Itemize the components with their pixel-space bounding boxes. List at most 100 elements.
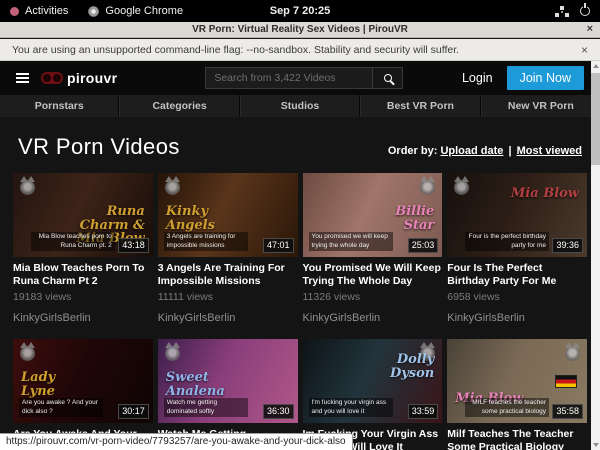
- order-separator: |: [506, 145, 513, 157]
- order-by-label: Order by:: [388, 145, 438, 157]
- studio-watermark-icon: [165, 180, 180, 195]
- page-title: VR Porn Videos: [18, 134, 180, 160]
- thumb-caption-text: Are you awake ? And your dick also ?: [19, 398, 103, 417]
- search-button[interactable]: [373, 67, 403, 89]
- logo-wordmark: pirouvr: [67, 70, 117, 86]
- duration-badge: 30:17: [118, 404, 149, 419]
- video-thumbnail[interactable]: Runa Charm & Mia Blow Mia Blow teaches p…: [13, 173, 153, 257]
- status-url-bubble: https://pirouvr.com/vr-porn-video/779325…: [0, 433, 353, 450]
- video-card[interactable]: Kinky Angels 3 Angels are training for i…: [158, 173, 298, 324]
- flag-notice-text: You are using an unsupported command-lin…: [12, 44, 459, 56]
- studio-watermark-icon: [565, 346, 580, 361]
- thumb-caption-text: Mia Blow teaches porn to Runa Charm pt. …: [31, 232, 115, 251]
- video-card[interactable]: Runa Charm & Mia Blow Mia Blow teaches p…: [13, 173, 153, 324]
- chrome-icon: [88, 6, 99, 17]
- video-card[interactable]: Mia Blow Four is the perfect birthday pa…: [447, 173, 587, 324]
- menu-hamburger-icon[interactable]: [16, 73, 29, 83]
- activities-label: Activities: [25, 5, 68, 17]
- window-close-icon[interactable]: ×: [587, 23, 593, 35]
- studio-watermark-icon: [454, 180, 469, 195]
- video-thumbnail[interactable]: Billie Star You promised we will keep tr…: [303, 173, 443, 257]
- video-title[interactable]: You Promised We Will Keep Trying The Who…: [303, 262, 443, 287]
- join-now-button[interactable]: Join Now: [507, 66, 584, 90]
- tab-title: VR Porn: Virtual Reality Sex Videos | Pi…: [192, 24, 408, 35]
- thumb-overlay-text: Sweet Analena: [166, 371, 238, 398]
- thumb-caption-text: I'm fucking your virgin ass and you will…: [309, 398, 393, 417]
- vr-goggles-icon: [41, 72, 63, 84]
- duration-badge: 35:58: [552, 404, 583, 419]
- flag-notice-bar: You are using an unsupported command-lin…: [0, 39, 600, 61]
- login-link[interactable]: Login: [462, 71, 493, 85]
- video-thumbnail[interactable]: Lady Lyne Are you awake ? And your dick …: [13, 339, 153, 423]
- video-thumbnail[interactable]: Sweet Analena Watch me getting dominated…: [158, 339, 298, 423]
- screen: Activities Google Chrome Sep 7 20:25 VR …: [0, 0, 600, 450]
- thumb-overlay-text: Billie Star: [362, 205, 434, 232]
- view-count: 19183 views: [13, 291, 153, 303]
- video-title[interactable]: 3 Angels Are Training For Impossible Mis…: [158, 262, 298, 287]
- studio-watermark-icon: [420, 180, 435, 195]
- scrollbar-up-arrow-icon[interactable]: [593, 64, 599, 68]
- browser-tab-bar: VR Porn: Virtual Reality Sex Videos | Pi…: [0, 22, 600, 38]
- chrome-label: Google Chrome: [105, 5, 183, 17]
- studio-watermark-icon: [165, 346, 180, 361]
- studio-link[interactable]: KinkyGirlsBerlin: [13, 312, 153, 324]
- site-logo[interactable]: pirouvr: [41, 70, 117, 86]
- nav-item-new-vr-porn[interactable]: New VR Porn: [481, 95, 600, 117]
- video-thumbnail[interactable]: Kinky Angels 3 Angels are training for i…: [158, 173, 298, 257]
- nav-item-studios[interactable]: Studios: [240, 95, 360, 117]
- duration-badge: 39:36: [552, 238, 583, 253]
- video-thumbnail[interactable]: Dolly Dyson I'm fucking your virgin ass …: [303, 339, 443, 423]
- studio-link[interactable]: KinkyGirlsBerlin: [303, 312, 443, 324]
- thumb-overlay-text: Mia Blow: [511, 187, 579, 201]
- thumb-overlay-text: Kinky Angels: [166, 205, 238, 232]
- studio-watermark-icon: [20, 346, 35, 361]
- scrollbar-thumb[interactable]: [591, 73, 600, 165]
- order-most-viewed-link[interactable]: Most viewed: [517, 145, 582, 157]
- video-thumbnail[interactable]: Mia Blow Four is the perfect birthday pa…: [447, 173, 587, 257]
- thumb-caption-text: 3 Angels are training for impossible mis…: [164, 232, 248, 251]
- duration-badge: 33:59: [408, 404, 439, 419]
- duration-badge: 25:03: [408, 238, 439, 253]
- page-heading-row: VR Porn Videos Order by: Upload date | M…: [0, 117, 600, 173]
- clock[interactable]: Sep 7 20:25: [270, 5, 331, 17]
- thumb-caption-text: Watch me getting dominated softly: [164, 398, 248, 417]
- video-title[interactable]: Mia Blow Teaches Porn To Runa Charm Pt 2: [13, 262, 153, 287]
- studio-link[interactable]: KinkyGirlsBerlin: [447, 312, 587, 324]
- thumb-caption-text: MILF teaches the teacher some practical …: [465, 398, 549, 417]
- studio-link[interactable]: KinkyGirlsBerlin: [158, 312, 298, 324]
- nav-item-pornstars[interactable]: Pornstars: [0, 95, 119, 117]
- activities-button[interactable]: Activities: [10, 5, 68, 17]
- video-grid: Runa Charm & Mia Blow Mia Blow teaches p…: [0, 173, 600, 450]
- nav-item-categories[interactable]: Categories: [119, 95, 239, 117]
- video-card[interactable]: Billie Star You promised we will keep tr…: [303, 173, 443, 324]
- page-viewport: pirouvr Login Join Now PornstarsCategori…: [0, 61, 600, 450]
- chrome-app-indicator[interactable]: Google Chrome: [88, 5, 183, 17]
- video-title[interactable]: Milf Teaches The Teacher Some Practical …: [447, 428, 587, 450]
- search-input[interactable]: [205, 67, 373, 89]
- view-count: 11326 views: [303, 291, 443, 303]
- duration-badge: 47:01: [263, 238, 294, 253]
- studio-watermark-icon: [20, 180, 35, 195]
- power-icon[interactable]: [580, 6, 590, 16]
- duration-badge: 36:30: [263, 404, 294, 419]
- search-icon: [384, 74, 392, 82]
- view-count: 11111 views: [158, 291, 298, 303]
- activities-icon: [10, 7, 19, 16]
- notice-close-icon[interactable]: ×: [581, 43, 588, 57]
- order-upload-date-link[interactable]: Upload date: [440, 145, 503, 157]
- system-top-bar: Activities Google Chrome Sep 7 20:25: [0, 0, 600, 22]
- duration-badge: 43:18: [118, 238, 149, 253]
- nav-item-best-vr-porn[interactable]: Best VR Porn: [360, 95, 480, 117]
- video-title[interactable]: Four Is The Perfect Birthday Party For M…: [447, 262, 587, 287]
- thumb-overlay-text: Dolly Dyson: [362, 353, 434, 380]
- search-bar: [205, 67, 403, 89]
- page-scrollbar[interactable]: [591, 61, 600, 450]
- network-icon[interactable]: [560, 6, 564, 10]
- video-card[interactable]: Mia Blow MILF teaches the teacher some p…: [447, 339, 587, 450]
- order-by: Order by: Upload date | Most viewed: [388, 145, 582, 160]
- german-flag-icon: [555, 375, 577, 388]
- scrollbar-down-arrow-icon[interactable]: [593, 443, 599, 447]
- thumb-overlay-text: Lady Lyne: [21, 371, 93, 398]
- thumb-caption-text: You promised we will keep trying the who…: [309, 232, 393, 251]
- video-thumbnail[interactable]: Mia Blow MILF teaches the teacher some p…: [447, 339, 587, 423]
